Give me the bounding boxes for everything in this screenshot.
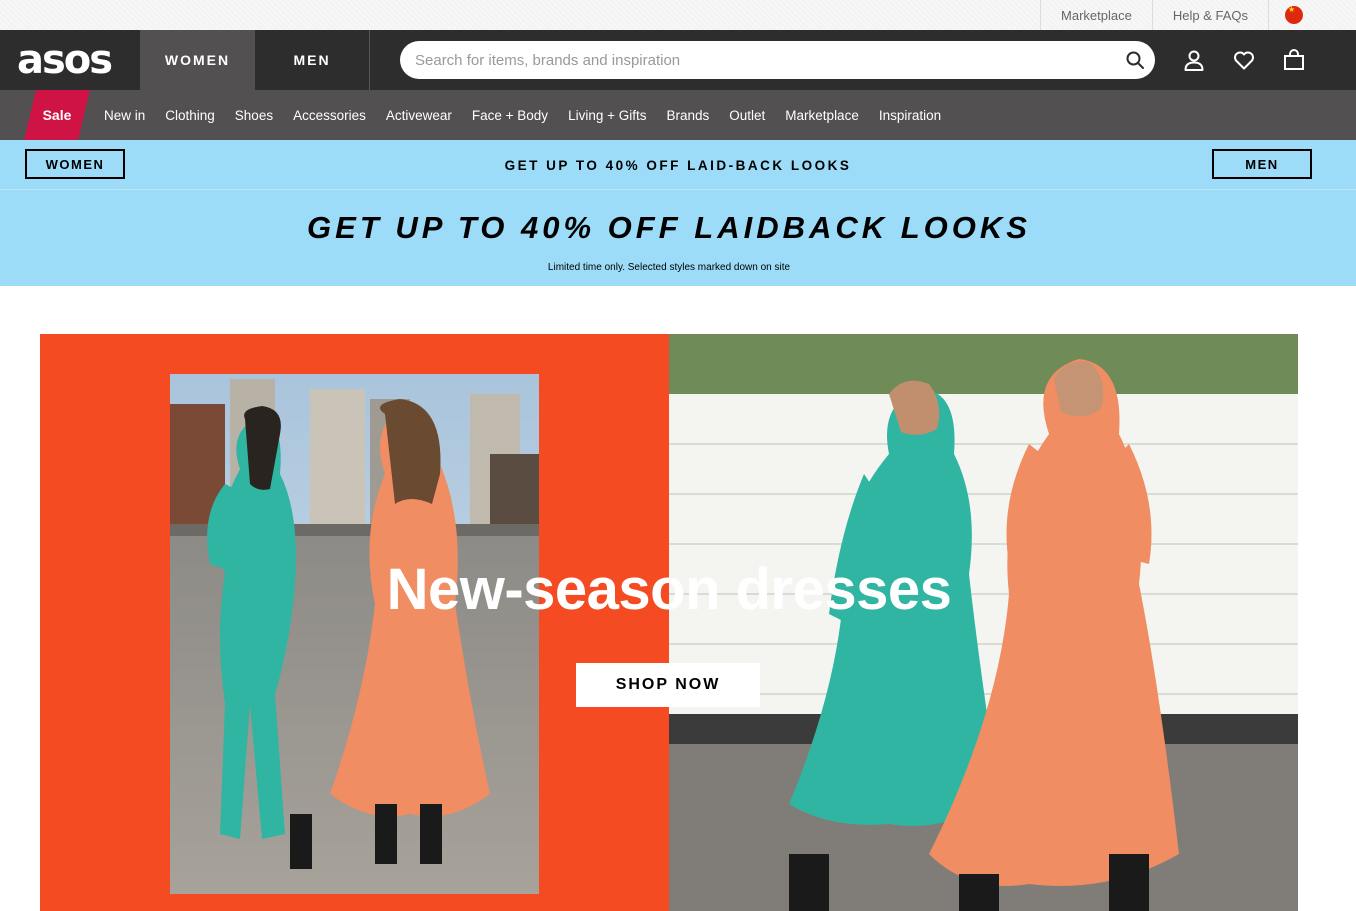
nav-item-clothing[interactable]: Clothing — [155, 90, 225, 140]
nav-item-brands[interactable]: Brands — [656, 90, 719, 140]
nav-item-living-gifts[interactable]: Living + Gifts — [558, 90, 656, 140]
hero-banner[interactable]: New-season dresses SHOP NOW — [40, 334, 1298, 911]
asos-logo[interactable]: asos — [17, 38, 113, 82]
nav-item-face-body[interactable]: Face + Body — [462, 90, 558, 140]
nav-item-activewear[interactable]: Activewear — [376, 90, 462, 140]
nav-item-accessories[interactable]: Accessories — [283, 90, 376, 140]
nav-item-shoes[interactable]: Shoes — [225, 90, 283, 140]
nav-item-sale[interactable]: Sale — [24, 90, 90, 140]
tab-men[interactable]: MEN — [255, 30, 370, 90]
street-photo-illustration — [170, 374, 539, 894]
utility-bar: Marketplace Help & FAQs — [0, 0, 1356, 30]
sale-banner-subtitle: Limited time only. Selected styles marke… — [547, 262, 791, 273]
country-selector[interactable] — [1268, 0, 1319, 30]
china-flag-icon — [1285, 6, 1303, 24]
tab-women[interactable]: WOMEN — [140, 30, 255, 90]
marketplace-link[interactable]: Marketplace — [1040, 0, 1152, 30]
hero-title: New-season dresses — [386, 557, 952, 622]
nav-item-inspiration[interactable]: Inspiration — [869, 90, 951, 140]
sale-banner[interactable]: GET UP TO 40% OFF LAIDBACK LOOKS Limited… — [0, 190, 1356, 286]
search-icon[interactable] — [1125, 50, 1145, 70]
shop-now-button[interactable]: SHOP NOW — [576, 663, 760, 707]
sale-label: Sale — [42, 107, 72, 123]
nav-item-marketplace[interactable]: Marketplace — [775, 90, 869, 140]
hero-street-photo — [170, 374, 539, 894]
nav-items: New in Clothing Shoes Accessories Active… — [94, 90, 951, 140]
heart-icon[interactable] — [1232, 48, 1256, 72]
search-input[interactable] — [415, 41, 1115, 79]
help-faqs-link[interactable]: Help & FAQs — [1151, 0, 1268, 30]
category-nav: Sale New in Clothing Shoes Accessories A… — [0, 90, 1356, 140]
sale-banner-title: GET UP TO 40% OFF LAIDBACK LOOKS — [307, 210, 1031, 245]
promo-women-button[interactable]: WOMEN — [25, 149, 125, 179]
main-header: asos WOMEN MEN — [0, 30, 1356, 90]
search-bar — [400, 41, 1155, 79]
nav-item-outlet[interactable]: Outlet — [719, 90, 775, 140]
promo-men-button[interactable]: MEN — [1212, 149, 1312, 179]
utility-links: Marketplace Help & FAQs — [1040, 0, 1319, 30]
promo-strip: WOMEN GET UP TO 40% OFF LAID-BACK LOOKS … — [0, 140, 1356, 190]
promo-text[interactable]: GET UP TO 40% OFF LAID-BACK LOOKS — [300, 140, 1056, 190]
bag-icon[interactable] — [1282, 48, 1306, 72]
nav-item-new-in[interactable]: New in — [94, 90, 155, 140]
account-icon[interactable] — [1182, 48, 1206, 72]
